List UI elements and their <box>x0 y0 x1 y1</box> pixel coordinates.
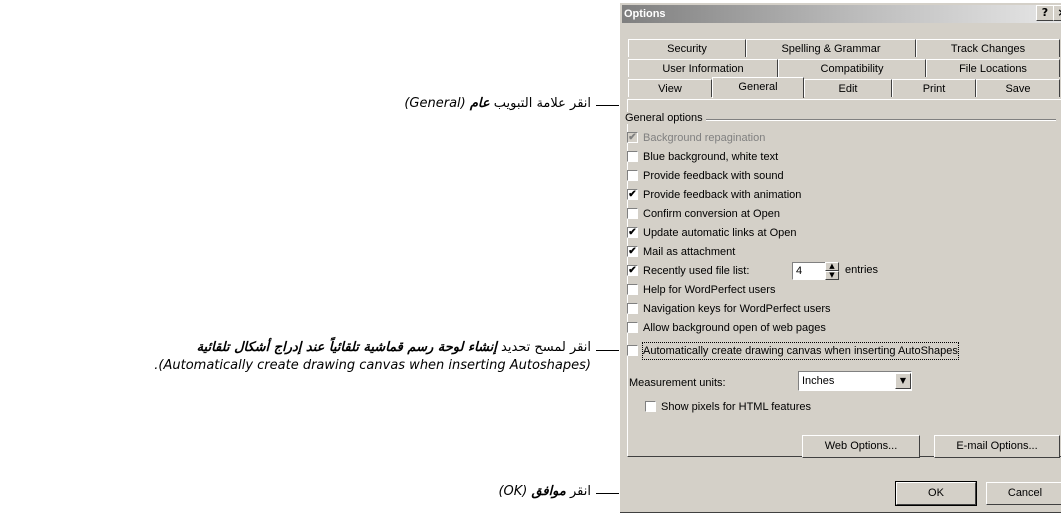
close-button[interactable]: × <box>1053 5 1061 21</box>
option-label: Confirm conversion at Open <box>643 208 780 220</box>
options-dialog: Options ? × Security Spelling & Grammar … <box>619 2 1061 513</box>
checkbox-recent-files[interactable]: ✔ <box>627 265 638 276</box>
option-label: Navigation keys for WordPerfect users <box>643 303 831 315</box>
spin-up-button[interactable]: ▲ <box>825 262 839 271</box>
checkbox-feedback-sound[interactable] <box>627 170 638 181</box>
option-label: Recently used file list: <box>643 265 750 277</box>
callout-canvas-english: (Automatically create drawing canvas whe… <box>154 358 591 373</box>
option-label: Update automatic links at Open <box>643 227 797 239</box>
option-label: Automatically create drawing canvas when… <box>642 342 959 360</box>
tab-track-changes[interactable]: Track Changes <box>916 39 1060 57</box>
recent-files-count-input[interactable]: 4 <box>792 262 826 280</box>
cancel-button[interactable]: Cancel <box>986 482 1061 505</box>
callout-ok-bold: موافق <box>531 484 566 499</box>
callout-canvas-bold: إنشاء لوحة رسم قماشية تلقائياً عند إدراج… <box>196 340 497 355</box>
callout-ok-button: انقر موافق (OK) <box>498 484 591 499</box>
callout-canvas-prefix: انقر لمسح تحديد <box>496 340 591 355</box>
checkbox-navigation-keys[interactable] <box>627 303 638 314</box>
callout-ok-english: (OK) <box>498 484 528 499</box>
checkbox-help-wordperfect[interactable] <box>627 284 638 295</box>
tab-save[interactable]: Save <box>976 79 1060 97</box>
dialog-titlebar: Options <box>622 5 1061 23</box>
callout-ok-prefix: انقر <box>565 484 591 499</box>
tab-user-information[interactable]: User Information <box>628 59 778 77</box>
option-label: Allow background open of web pages <box>643 322 826 334</box>
checkbox-background-open[interactable] <box>627 322 638 333</box>
callout-canvas-english-text: (Automatically create drawing canvas whe… <box>154 358 591 373</box>
option-label: Provide feedback with animation <box>643 189 802 201</box>
recent-files-entries-label: entries <box>845 264 879 276</box>
web-options-button[interactable]: Web Options... <box>802 435 920 458</box>
tab-general[interactable]: General <box>712 77 804 98</box>
option-label: Background repagination <box>643 132 766 144</box>
measurement-units-label: Measurement units: <box>629 377 726 389</box>
ok-button[interactable]: OK <box>895 481 977 506</box>
callout-general-tab: انقر علامة التبويب عام (General) <box>404 96 591 111</box>
tab-spelling-grammar[interactable]: Spelling & Grammar <box>746 39 916 57</box>
callout-canvas-option: انقر لمسح تحديد إنشاء لوحة رسم قماشية تل… <box>197 340 591 355</box>
tab-file-locations[interactable]: File Locations <box>926 59 1060 77</box>
checkbox-blue-background[interactable] <box>627 151 638 162</box>
callout-general-prefix: انقر علامة التبويب <box>489 96 591 111</box>
tab-edit[interactable]: Edit <box>804 79 892 97</box>
dialog-title: Options <box>624 8 666 20</box>
tab-print[interactable]: Print <box>892 79 976 97</box>
checkbox-confirm-conversion[interactable] <box>627 208 638 219</box>
checkbox-feedback-animation[interactable]: ✔ <box>627 189 638 200</box>
email-options-button[interactable]: E-mail Options... <box>934 435 1060 458</box>
checkbox-drawing-canvas[interactable] <box>627 345 638 356</box>
option-label: Help for WordPerfect users <box>643 284 776 296</box>
callout-general-bold: عام <box>469 96 490 111</box>
tab-view[interactable]: View <box>628 79 712 97</box>
checkbox-update-links[interactable]: ✔ <box>627 227 638 238</box>
checkbox-show-pixels[interactable] <box>645 401 656 412</box>
option-label: Blue background, white text <box>643 151 779 163</box>
group-label-general-options: General options <box>625 112 706 124</box>
tab-security[interactable]: Security <box>628 39 746 57</box>
option-label: Mail as attachment <box>643 246 736 258</box>
help-button[interactable]: ? <box>1036 5 1054 21</box>
tab-compatibility[interactable]: Compatibility <box>778 59 926 77</box>
option-label: Provide feedback with sound <box>643 170 784 182</box>
callout-general-english: (General) <box>404 96 466 111</box>
chevron-down-icon[interactable]: ▼ <box>895 373 911 389</box>
checkbox-mail-attachment[interactable]: ✔ <box>627 246 638 257</box>
spin-down-button[interactable]: ▼ <box>825 271 839 280</box>
show-pixels-label: Show pixels for HTML features <box>661 401 811 413</box>
checkbox-background-repagination[interactable]: ✔ <box>627 132 638 143</box>
